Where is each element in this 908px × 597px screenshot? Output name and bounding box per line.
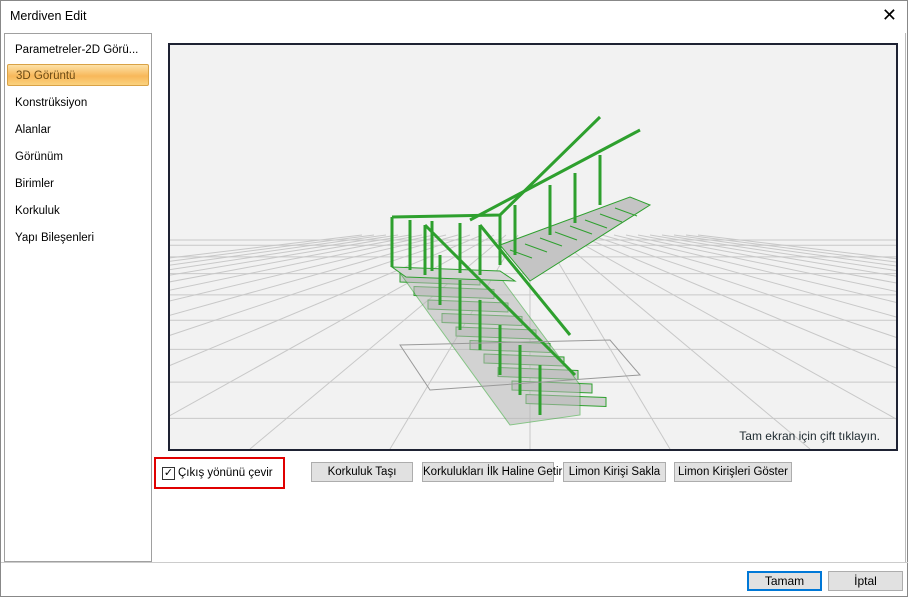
grid-line [589, 234, 896, 338]
move-railing-button[interactable]: Korkuluk Taşı [311, 462, 413, 482]
cancel-button[interactable]: İptal [828, 571, 903, 591]
grid-line [170, 234, 423, 283]
grid-line [565, 234, 896, 420]
checkbox-check-icon[interactable]: ✓ [162, 466, 175, 480]
hide-stringer-button[interactable]: Limon Kirişi Sakla [563, 462, 666, 482]
window-title: Merdiven Edit [10, 9, 87, 23]
grid-line [697, 234, 896, 260]
flip-exit-checkbox[interactable]: ✓ Çıkış yönünü çevir [154, 457, 285, 489]
sidebar-item-areas[interactable]: Alanlar [7, 119, 149, 141]
sidebar-item-components[interactable]: Yapı Bileşenleri [7, 227, 149, 249]
main-panel: Tam ekran için çift tıklayın. ✓ Çıkış yö… [152, 33, 906, 562]
grid-line [673, 234, 896, 267]
grid-line [637, 234, 896, 284]
reset-railings-button[interactable]: Korkulukları İlk Haline Getir [422, 462, 562, 482]
grid-line [170, 234, 399, 271]
grid-line [625, 234, 896, 292]
flip-exit-label: Çıkış yönünü çevir [178, 467, 273, 479]
grid-line [170, 234, 459, 316]
sidebar: Parametreler-2D Görü... 3D Görüntü Konst… [4, 33, 152, 562]
sidebar-item-units[interactable]: Birimler [7, 173, 149, 195]
grid-line [613, 234, 896, 303]
sidebar-item-construction[interactable]: Konstrüksiyon [7, 92, 149, 114]
footer-divider [1, 562, 908, 563]
staircase-3d-render [170, 115, 896, 449]
grid-line [553, 234, 811, 449]
fullscreen-hint: Tam ekran için çift tıklayın. [739, 429, 880, 443]
show-stringers-button[interactable]: Limon Kirişleri Göster [674, 462, 792, 482]
sidebar-item-parameters[interactable]: Parametreler-2D Görü... [7, 39, 149, 61]
dialog-window: Merdiven Edit ✕ Parametreler-2D Görü... … [0, 0, 908, 597]
sidebar-item-3d-view[interactable]: 3D Görüntü [7, 64, 149, 86]
grid-line [170, 234, 363, 259]
3d-viewport[interactable]: Tam ekran için çift tıklayın. [168, 43, 898, 451]
close-icon[interactable]: ✕ [882, 5, 897, 25]
ok-button[interactable]: Tamam [747, 571, 822, 591]
grid-line [577, 234, 896, 369]
sidebar-item-railing[interactable]: Korkuluk [7, 200, 149, 222]
sidebar-item-appearance[interactable]: Görünüm [7, 146, 149, 168]
